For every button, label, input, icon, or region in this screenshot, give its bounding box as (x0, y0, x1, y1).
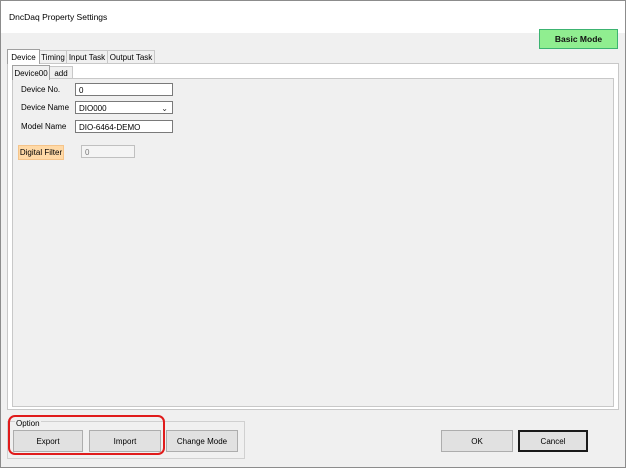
basic-mode-button[interactable]: Basic Mode (539, 29, 618, 49)
device-no-label: Device No. (21, 85, 61, 94)
device00-panel: Device No. 0 Device Name DIO000 ⌄ Model … (12, 78, 614, 407)
device-name-combobox[interactable]: DIO000 ⌄ (75, 101, 173, 114)
device-name-label: Device Name (21, 103, 70, 112)
title-bar: DncDaq Property Settings (1, 1, 625, 33)
window-title: DncDaq Property Settings (9, 12, 108, 22)
tab-output-task[interactable]: Output Task (107, 50, 155, 63)
model-name-field[interactable]: DIO-6464-DEMO (75, 120, 173, 133)
cancel-button[interactable]: Cancel (518, 430, 588, 452)
device-no-field[interactable]: 0 (75, 83, 173, 96)
option-legend: Option (15, 419, 41, 428)
export-button[interactable]: Export (13, 430, 83, 452)
model-name-label: Model Name (21, 122, 67, 131)
device-tab-panel: Device00 add Device No. 0 Device Name DI… (7, 63, 619, 410)
tab-timing[interactable]: Timing (39, 50, 67, 63)
property-settings-window: DncDaq Property Settings Basic Mode Devi… (0, 0, 626, 468)
chevron-down-icon[interactable]: ⌄ (161, 102, 168, 115)
digital-filter-field: 0 (81, 145, 135, 158)
device-name-value: DIO000 (79, 104, 107, 113)
tab-device[interactable]: Device (7, 49, 40, 64)
import-button[interactable]: Import (89, 430, 161, 452)
tab-input-task[interactable]: Input Task (66, 50, 108, 63)
digital-filter-label: Digital Filter (18, 145, 64, 160)
change-mode-button[interactable]: Change Mode (166, 430, 238, 452)
ok-button[interactable]: OK (441, 430, 513, 452)
subtab-device00[interactable]: Device00 (12, 65, 50, 80)
